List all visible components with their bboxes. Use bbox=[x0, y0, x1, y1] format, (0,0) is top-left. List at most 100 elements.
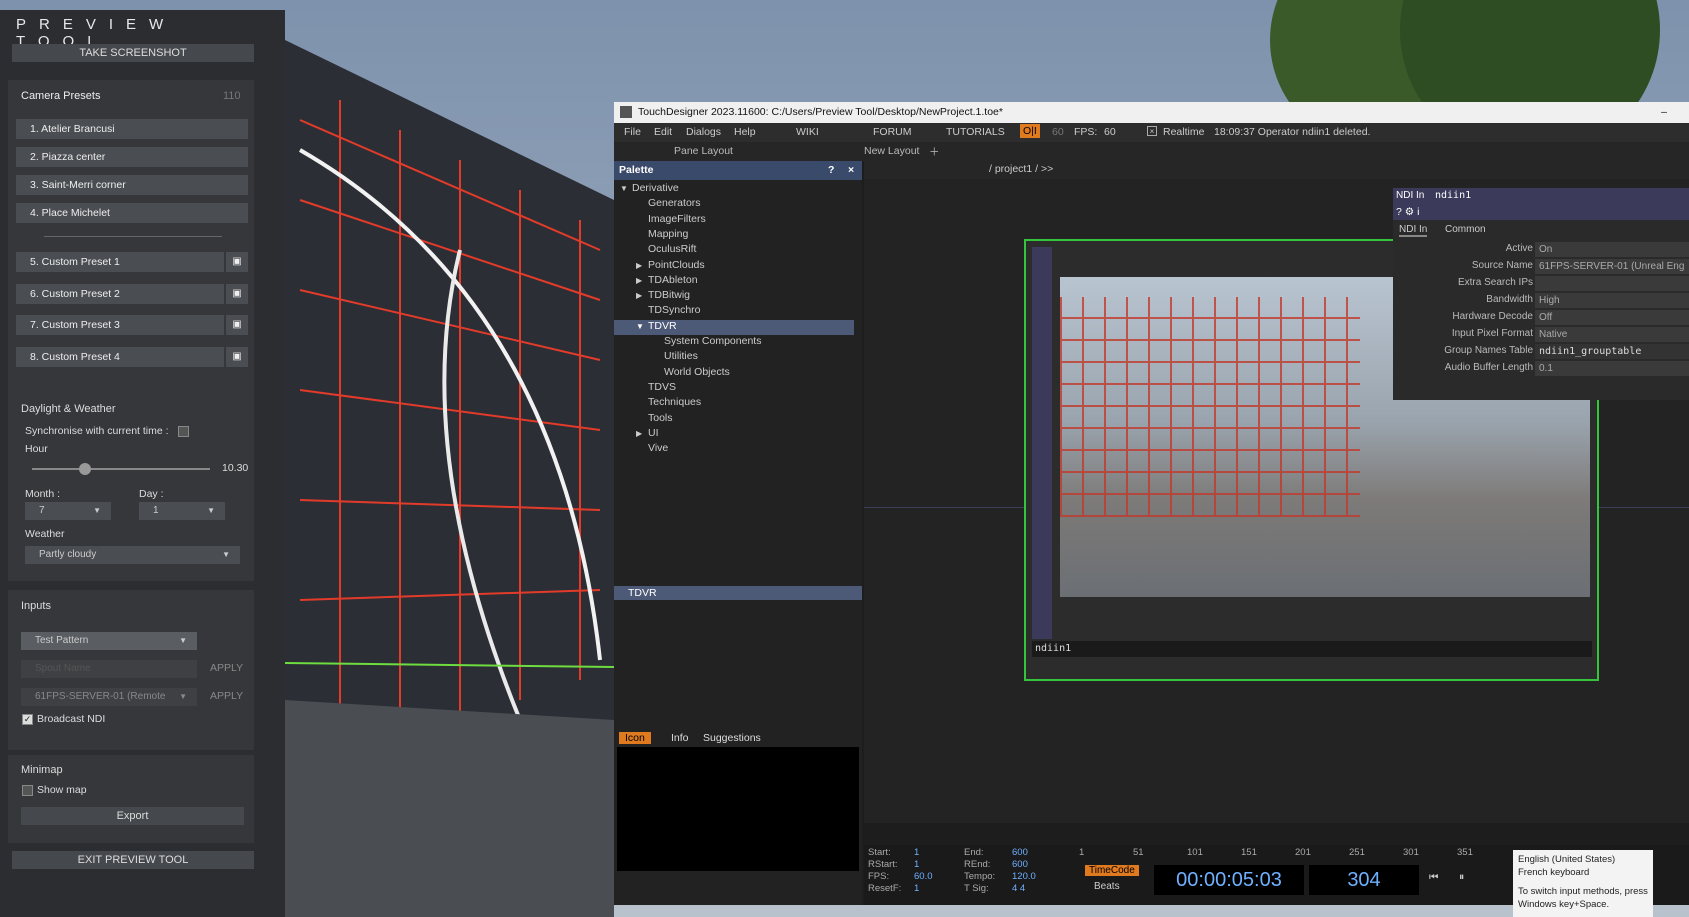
weather-select[interactable]: Partly cloudy ▼ bbox=[25, 546, 240, 564]
menu-wiki[interactable]: WIKI bbox=[796, 126, 819, 138]
tab-icon[interactable]: Icon bbox=[619, 732, 651, 744]
palette-item[interactable]: Tools bbox=[614, 412, 854, 427]
save-preset-1-icon[interactable]: ▣ bbox=[226, 252, 248, 272]
custom-preset-4-button[interactable]: 8. Custom Preset 4 bbox=[16, 347, 224, 367]
exit-preview-button[interactable]: EXIT PREVIEW TOOL bbox=[12, 851, 254, 869]
save-preset-3-icon[interactable]: ▣ bbox=[226, 315, 248, 335]
palette-selected-bar[interactable]: TDVR bbox=[614, 586, 862, 600]
param-tab-ndi-in[interactable]: NDI In bbox=[1399, 224, 1428, 237]
minimize-icon[interactable]: – bbox=[1661, 102, 1667, 123]
param-value[interactable]: High bbox=[1535, 293, 1689, 308]
sync-time-checkbox[interactable] bbox=[178, 426, 189, 437]
network-path[interactable]: / project1 / >> bbox=[989, 163, 1053, 175]
palette-item[interactable]: TDSynchro bbox=[614, 304, 854, 319]
tree-arrow-icon[interactable]: ▶ bbox=[636, 276, 648, 285]
apply-ndi-button[interactable]: APPLY bbox=[210, 690, 243, 702]
param-value[interactable]: ndiin1_grouptable bbox=[1535, 344, 1689, 359]
param-value[interactable]: 61FPS-SERVER-01 (Unreal Eng bbox=[1535, 259, 1689, 274]
time-setting-value[interactable]: 60.0 bbox=[914, 871, 933, 882]
preset-1-button[interactable]: 1. Atelier Brancusi bbox=[16, 119, 248, 139]
frame-display[interactable]: 304 bbox=[1309, 865, 1419, 895]
time-setting-value[interactable]: 1 bbox=[914, 847, 919, 858]
palette-item[interactable]: Techniques bbox=[614, 396, 854, 411]
pause-icon[interactable]: ⏸ bbox=[1459, 871, 1464, 884]
month-select[interactable]: 7 ▼ bbox=[25, 502, 111, 520]
palette-item[interactable]: TDVS bbox=[614, 381, 854, 396]
oi-toggle[interactable]: O|I bbox=[1020, 124, 1040, 138]
palette-item[interactable]: ▶ TDBitwig bbox=[614, 289, 854, 304]
palette-item-label: PointClouds bbox=[648, 258, 705, 271]
hour-slider-track[interactable] bbox=[32, 463, 210, 475]
pane-layout-label[interactable]: Pane Layout bbox=[674, 145, 733, 157]
save-preset-4-icon[interactable]: ▣ bbox=[226, 347, 248, 367]
export-button[interactable]: Export bbox=[21, 807, 244, 825]
palette-item[interactable]: ▶ UI bbox=[614, 427, 854, 442]
tab-info[interactable]: Info bbox=[671, 732, 689, 744]
apply-spout-button[interactable]: APPLY bbox=[210, 662, 243, 674]
palette-item[interactable]: Utilities bbox=[614, 350, 854, 365]
param-value[interactable]: Off bbox=[1535, 310, 1689, 325]
preset-3-button[interactable]: 3. Saint-Merri corner bbox=[16, 175, 248, 195]
param-op-name[interactable]: ndiin1 bbox=[1435, 188, 1471, 204]
param-value[interactable]: Native bbox=[1535, 327, 1689, 342]
input-source-select[interactable]: Test Pattern ▼ bbox=[21, 632, 197, 650]
palette-item[interactable]: System Components bbox=[614, 335, 854, 350]
palette-close-icon[interactable]: × bbox=[848, 161, 854, 180]
custom-preset-2-button[interactable]: 6. Custom Preset 2 bbox=[16, 284, 224, 304]
param-value[interactable]: 0.1 bbox=[1535, 361, 1689, 376]
menu-forum[interactable]: FORUM bbox=[873, 126, 912, 138]
param-help-icon[interactable]: ? ⚙ i bbox=[1396, 206, 1419, 218]
custom-preset-1-button[interactable]: 5. Custom Preset 1 bbox=[16, 252, 224, 272]
save-preset-2-icon[interactable]: ▣ bbox=[226, 284, 248, 304]
ndi-source-select[interactable]: 61FPS-SERVER-01 (Remote ▼ bbox=[21, 688, 197, 706]
rewind-icon[interactable]: ⏮ bbox=[1429, 871, 1438, 884]
palette-item[interactable]: ImageFilters bbox=[614, 213, 854, 228]
time-setting-value[interactable]: 120.0 bbox=[1012, 871, 1036, 882]
tree-arrow-icon[interactable]: ▼ bbox=[620, 184, 632, 193]
weather-label: Weather bbox=[25, 528, 65, 540]
tree-arrow-icon[interactable]: ▼ bbox=[636, 322, 648, 331]
time-setting-value[interactable]: 1 bbox=[914, 883, 919, 894]
time-setting-value[interactable]: 600 bbox=[1012, 859, 1028, 870]
param-value[interactable]: On bbox=[1535, 242, 1689, 257]
beats-toggle[interactable]: Beats bbox=[1094, 881, 1120, 892]
palette-item[interactable]: OculusRift bbox=[614, 243, 854, 258]
menu-help[interactable]: Help bbox=[734, 126, 756, 138]
add-layout-icon[interactable]: ＋ bbox=[929, 144, 940, 159]
palette-item[interactable]: ▶ TDAbleton bbox=[614, 274, 854, 289]
palette-item[interactable]: ▼ Derivative bbox=[614, 182, 854, 197]
palette-item[interactable]: ▼ TDVR bbox=[614, 319, 854, 335]
timecode-display[interactable]: 00:00:05:03 bbox=[1154, 865, 1304, 895]
day-select[interactable]: 1 ▼ bbox=[139, 502, 225, 520]
tree-arrow-icon[interactable]: ▶ bbox=[636, 429, 648, 438]
palette-help-icon[interactable]: ? bbox=[828, 161, 834, 180]
tree-arrow-icon[interactable]: ▶ bbox=[636, 291, 648, 300]
broadcast-ndi-checkbox[interactable]: ✓ bbox=[22, 714, 33, 725]
show-map-checkbox[interactable] bbox=[22, 785, 33, 796]
realtime-checkbox[interactable]: × bbox=[1147, 126, 1157, 136]
menu-file[interactable]: File bbox=[624, 126, 641, 138]
spout-name-input[interactable]: Spout Name bbox=[21, 660, 197, 678]
camera-presets-count: 110 bbox=[223, 90, 241, 102]
param-value[interactable] bbox=[1535, 276, 1689, 291]
menu-edit[interactable]: Edit bbox=[654, 126, 672, 138]
tab-suggestions[interactable]: Suggestions bbox=[703, 732, 761, 744]
timecode-toggle[interactable]: TimeCode bbox=[1085, 865, 1139, 876]
palette-item[interactable]: Vive bbox=[614, 442, 854, 457]
palette-item[interactable]: Mapping bbox=[614, 228, 854, 243]
time-setting-value[interactable]: 1 bbox=[914, 859, 919, 870]
time-setting-value[interactable]: 4 4 bbox=[1012, 883, 1025, 894]
new-layout-button[interactable]: New Layout bbox=[864, 145, 919, 157]
take-screenshot-button[interactable]: TAKE SCREENSHOT bbox=[12, 44, 254, 62]
menu-tutorials[interactable]: TUTORIALS bbox=[946, 126, 1005, 138]
palette-item[interactable]: World Objects bbox=[614, 366, 854, 381]
preset-4-button[interactable]: 4. Place Michelet bbox=[16, 203, 248, 223]
menu-dialogs[interactable]: Dialogs bbox=[686, 126, 721, 138]
param-tab-common[interactable]: Common bbox=[1445, 224, 1486, 235]
palette-item[interactable]: Generators bbox=[614, 197, 854, 212]
preset-2-button[interactable]: 2. Piazza center bbox=[16, 147, 248, 167]
custom-preset-3-button[interactable]: 7. Custom Preset 3 bbox=[16, 315, 224, 335]
palette-item[interactable]: ▶ PointClouds bbox=[614, 259, 854, 274]
time-setting-value[interactable]: 600 bbox=[1012, 847, 1028, 858]
tree-arrow-icon[interactable]: ▶ bbox=[636, 261, 648, 270]
